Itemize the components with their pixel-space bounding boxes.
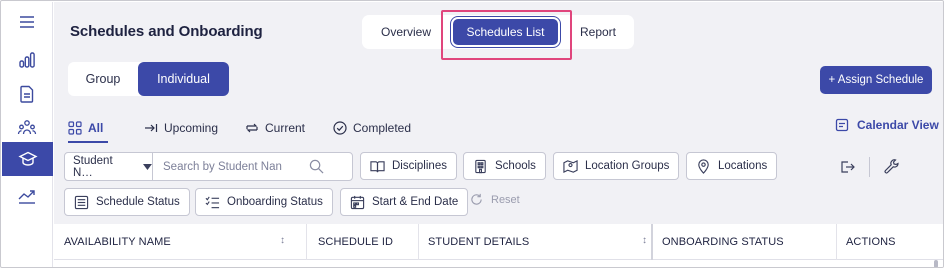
col-student-details[interactable]: STUDENT DETAILS	[428, 224, 529, 260]
sidebar	[2, 2, 53, 267]
start-end-date-filter[interactable]: Start & End Date	[340, 188, 469, 216]
column-divider	[418, 224, 419, 260]
search-field-select[interactable]: Student N…	[65, 153, 153, 180]
cycle-arrows-icon	[246, 123, 258, 133]
people-group-icon[interactable]	[13, 114, 41, 142]
highlight-annotation	[441, 10, 572, 60]
main-content: Schedules and Onboarding Overview Schedu…	[54, 2, 943, 267]
tab-current-label: Current	[265, 121, 306, 135]
search-icon[interactable]	[309, 159, 324, 174]
map-pins-icon	[563, 159, 578, 173]
sort-icon[interactable]: ↕	[280, 235, 285, 246]
schools-filter[interactable]: Schools	[463, 152, 546, 180]
col-onboarding-status[interactable]: ONBOARDING STATUS	[662, 224, 784, 260]
table-header: AVAILABILITY NAME ↕ SCHEDULE ID STUDENT …	[54, 224, 943, 260]
caret-down-icon	[143, 163, 152, 170]
search-input[interactable]	[163, 160, 303, 173]
tab-completed[interactable]: Completed	[333, 121, 411, 135]
export-icon[interactable]	[839, 159, 855, 175]
col-actions[interactable]: ACTIONS	[846, 224, 896, 260]
column-divider	[836, 224, 837, 260]
graduation-cap-icon[interactable]	[2, 142, 53, 176]
disciplines-label: Disciplines	[392, 160, 447, 172]
disciplines-filter[interactable]: Disciplines	[360, 152, 457, 180]
refresh-icon	[471, 193, 482, 205]
checklist-icon	[205, 196, 220, 208]
tab-upcoming[interactable]: Upcoming	[144, 121, 218, 135]
tab-completed-label: Completed	[353, 121, 412, 135]
tab-all[interactable]: All	[68, 121, 103, 135]
toolbar-right	[839, 157, 900, 177]
calendar-date-icon	[350, 195, 365, 209]
trend-line-icon[interactable]	[13, 182, 41, 210]
individual-button[interactable]: Individual	[138, 62, 229, 96]
location-groups-label: Location Groups	[585, 160, 670, 172]
view-toggle: Group Individual	[68, 62, 229, 96]
location-pin-icon	[698, 158, 709, 174]
col-availability-name[interactable]: AVAILABILITY NAME	[64, 224, 171, 260]
tab-current[interactable]: Current	[245, 121, 305, 135]
arrow-to-line-icon	[145, 124, 158, 132]
onboarding-status-filter[interactable]: Onboarding Status	[195, 188, 333, 216]
calendar-icon	[835, 118, 849, 132]
check-circle-icon	[333, 121, 347, 135]
schedule-status-label: Schedule Status	[96, 196, 180, 208]
calendar-view-button[interactable]: Calendar View	[835, 118, 939, 132]
onboarding-status-label: Onboarding Status	[227, 196, 323, 208]
calendar-view-label: Calendar View	[857, 118, 939, 132]
column-divider	[306, 224, 307, 260]
search-group: Student N…	[64, 152, 353, 181]
reset-label: Reset	[491, 193, 520, 206]
document-icon[interactable]	[13, 80, 41, 108]
schools-label: Schools	[495, 160, 536, 172]
tab-all-label: All	[88, 121, 104, 135]
reset-button[interactable]: Reset	[470, 193, 520, 206]
table-row	[54, 260, 943, 267]
grid-icon	[68, 121, 82, 135]
col-schedule-id[interactable]: SCHEDULE ID	[318, 224, 393, 260]
column-divider	[651, 224, 653, 260]
building-icon	[475, 159, 486, 173]
start-end-date-label: Start & End Date	[372, 196, 459, 208]
sort-icon[interactable]: ↕	[642, 235, 647, 246]
wrench-icon[interactable]	[884, 159, 900, 175]
group-button[interactable]: Group	[68, 62, 138, 96]
active-tab-underline	[68, 141, 108, 143]
toolbar-divider	[869, 157, 870, 177]
tab-overview[interactable]: Overview	[370, 19, 442, 45]
schedule-status-filter[interactable]: Schedule Status	[64, 188, 190, 216]
locations-label: Locations	[718, 160, 768, 172]
book-icon	[370, 160, 385, 172]
bar-chart-icon[interactable]	[13, 46, 41, 74]
hamburger-menu-icon[interactable]	[13, 8, 41, 36]
tab-upcoming-label: Upcoming	[164, 121, 219, 135]
assign-schedule-button[interactable]: + Assign Schedule	[820, 66, 932, 94]
list-box-icon	[74, 195, 89, 209]
tab-report[interactable]: Report	[568, 19, 628, 45]
location-groups-filter[interactable]: Location Groups	[553, 152, 680, 180]
page-title: Schedules and Onboarding	[70, 23, 263, 40]
locations-filter[interactable]: Locations	[686, 152, 778, 180]
scrollbar[interactable]	[934, 260, 938, 267]
search-field-value: Student N…	[73, 154, 113, 179]
app-window: Schedules and Onboarding Overview Schedu…	[0, 0, 944, 268]
